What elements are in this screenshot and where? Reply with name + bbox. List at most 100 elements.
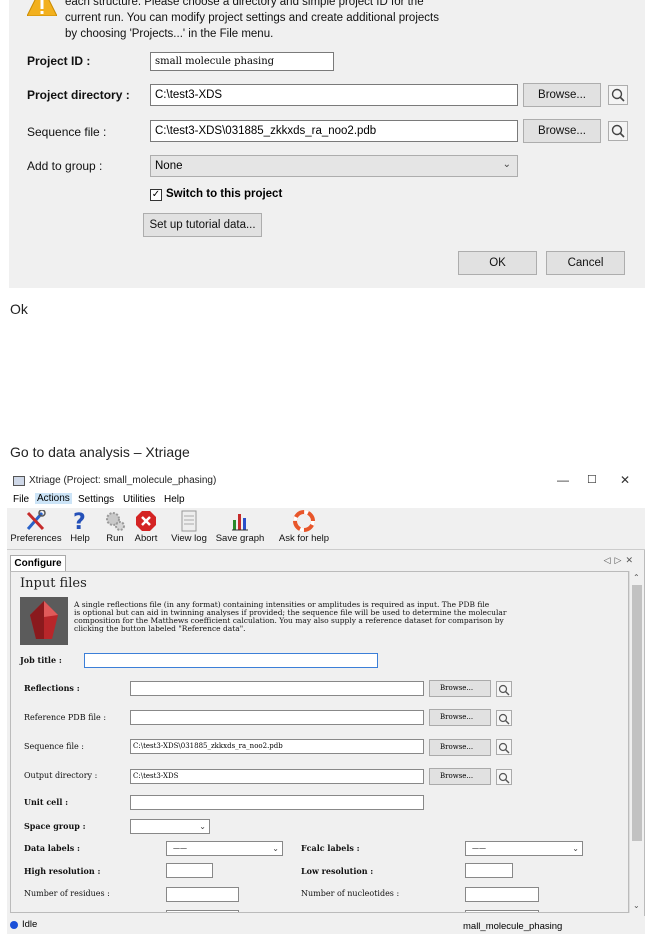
- maximize-icon[interactable]: ☐: [587, 473, 597, 486]
- menu-settings[interactable]: Settings: [78, 494, 114, 505]
- run-button[interactable]: Run: [103, 508, 127, 544]
- tools-icon: [26, 510, 46, 531]
- fcalc-labels-label: Fcalc labels :: [301, 843, 360, 853]
- cancel-button[interactable]: Cancel: [546, 251, 625, 275]
- help-button[interactable]: ? Help: [67, 508, 93, 544]
- ok-button[interactable]: OK: [458, 251, 537, 275]
- sequence-file-label: Sequence file :: [24, 742, 84, 751]
- project-id-label: Project ID :: [27, 54, 91, 68]
- xtriage-window: Xtriage (Project: small_molecule_phasing…: [7, 470, 645, 934]
- output-directory-input[interactable]: C:\test3-XDS: [130, 769, 424, 784]
- reference-pdb-label: Reference PDB file :: [24, 713, 107, 722]
- add-to-group-label: Add to group :: [27, 159, 103, 173]
- run-label: Run: [106, 533, 124, 544]
- abort-label: Abort: [134, 533, 158, 544]
- bar-chart-icon: [232, 514, 248, 531]
- fcalc-labels-select[interactable]: —— ⌄: [465, 841, 583, 856]
- high-resolution-input[interactable]: [166, 863, 213, 878]
- sequence-file-browse-button[interactable]: Browse...: [429, 739, 491, 756]
- sequence-file-input[interactable]: C:\test3-XDS\031885_zkkxds_ra_noo2.pdb: [150, 120, 518, 142]
- menu-help[interactable]: Help: [164, 494, 185, 505]
- chevron-down-icon: ⌄: [502, 159, 511, 170]
- abort-button[interactable]: Abort: [132, 508, 160, 544]
- window-title: Xtriage (Project: small_molecule_phasing…: [29, 475, 217, 486]
- output-directory-browse-button[interactable]: Browse...: [429, 768, 491, 785]
- add-to-group-select[interactable]: None ⌄: [150, 155, 518, 177]
- sequence-file-search-button[interactable]: [608, 121, 628, 141]
- window-titlebar: Xtriage (Project: small_molecule_phasing…: [7, 470, 645, 492]
- menu-utilities[interactable]: Utilities: [123, 494, 155, 505]
- reflections-browse-button[interactable]: Browse...: [429, 680, 491, 697]
- sequence-file-input[interactable]: C:\test3-XDS\031885_zkkxds_ra_noo2.pdb: [130, 739, 424, 754]
- preferences-label: Preferences: [10, 533, 62, 544]
- space-group-label: Space group :: [24, 821, 86, 831]
- partial-input-right[interactable]: [465, 910, 539, 912]
- menu-file[interactable]: File: [13, 494, 29, 505]
- fcalc-labels-value: ——: [472, 844, 486, 852]
- magnifier-icon: [611, 124, 625, 138]
- number-of-residues-input[interactable]: [166, 887, 239, 902]
- input-description: A single reflections file (in any format…: [74, 600, 507, 633]
- ask-for-help-button[interactable]: Ask for help: [276, 508, 332, 544]
- sequence-file-browse-button[interactable]: Browse...: [523, 119, 601, 143]
- scroll-down-icon[interactable]: ⌄: [633, 901, 640, 910]
- view-log-label: View log: [171, 533, 207, 544]
- close-icon[interactable]: ✕: [620, 473, 630, 487]
- view-log-button[interactable]: View log: [169, 508, 209, 544]
- add-to-group-value: None: [155, 160, 183, 172]
- save-graph-label: Save graph: [215, 533, 265, 544]
- reference-pdb-browse-button[interactable]: Browse...: [429, 709, 491, 726]
- output-directory-label: Output directory :: [24, 771, 98, 780]
- section-title: Input files: [20, 576, 87, 591]
- switch-project-checkbox[interactable]: ✓: [150, 189, 162, 201]
- menu-actions[interactable]: Actions: [35, 493, 72, 504]
- project-directory-browse-button[interactable]: Browse...: [523, 83, 601, 107]
- minimize-icon[interactable]: —: [557, 473, 569, 487]
- save-graph-button[interactable]: Save graph: [214, 508, 266, 544]
- job-title-input[interactable]: [84, 653, 378, 668]
- chevron-down-icon: ⌄: [572, 844, 579, 853]
- vertical-scrollbar[interactable]: ⌃ ⌄: [629, 571, 643, 913]
- tab-scroll-arrows[interactable]: ◁▷✕: [604, 555, 637, 566]
- log-sheet-icon: [181, 510, 197, 532]
- number-of-nucleotides-label: Number of nucleotides :: [301, 889, 400, 898]
- tab-configure[interactable]: Configure: [10, 555, 66, 571]
- stop-icon: [136, 511, 156, 531]
- dialog-intro-text: each structure. Please choose a director…: [65, 0, 439, 40]
- status-bar: Idle mall_molecule_phasing: [7, 916, 645, 934]
- reference-pdb-input[interactable]: [130, 710, 424, 725]
- project-id-input[interactable]: small molecule phasing: [150, 52, 334, 71]
- number-of-nucleotides-input[interactable]: [465, 887, 539, 902]
- low-resolution-input[interactable]: [465, 863, 513, 878]
- data-labels-select[interactable]: —— ⌄: [166, 841, 283, 856]
- toolbar: Preferences ? Help Run Abort View log Sa…: [7, 508, 645, 550]
- data-labels-label: Data labels :: [24, 843, 80, 853]
- menu-bar: File Actions Settings Utilities Help: [7, 492, 645, 508]
- project-directory-search-button[interactable]: [608, 85, 628, 105]
- scroll-up-icon[interactable]: ⌃: [633, 573, 640, 582]
- chevron-down-icon: ⌄: [272, 844, 279, 853]
- goto-xtriage-text: Go to data analysis – Xtriage: [10, 444, 190, 460]
- sequence-file-search-button[interactable]: [496, 739, 512, 755]
- configure-panel: Input files A single reflections file (i…: [10, 571, 629, 913]
- lifebuoy-icon: [293, 510, 315, 532]
- switch-project-label: Switch to this project: [166, 188, 283, 200]
- space-group-select[interactable]: ⌄: [130, 819, 210, 834]
- scrollbar-thumb[interactable]: [632, 585, 642, 841]
- project-directory-input[interactable]: C:\test3-XDS: [150, 84, 518, 106]
- status-project: mall_molecule_phasing: [463, 921, 563, 932]
- job-title-label: Job title :: [20, 655, 62, 665]
- data-labels-value: ——: [173, 844, 187, 852]
- preferences-button[interactable]: Preferences: [10, 508, 62, 544]
- magnifier-icon: [498, 684, 510, 696]
- reflections-input[interactable]: [130, 681, 424, 696]
- partial-input-left[interactable]: [166, 910, 239, 912]
- reference-pdb-search-button[interactable]: [496, 710, 512, 726]
- tutorial-data-button[interactable]: Set up tutorial data...: [143, 213, 262, 237]
- number-of-residues-label: Number of residues :: [24, 889, 110, 898]
- ok-note-text: Ok: [10, 301, 28, 317]
- unit-cell-label: Unit cell :: [24, 797, 69, 807]
- reflections-search-button[interactable]: [496, 681, 512, 697]
- unit-cell-input[interactable]: [130, 795, 424, 810]
- output-directory-search-button[interactable]: [496, 769, 512, 785]
